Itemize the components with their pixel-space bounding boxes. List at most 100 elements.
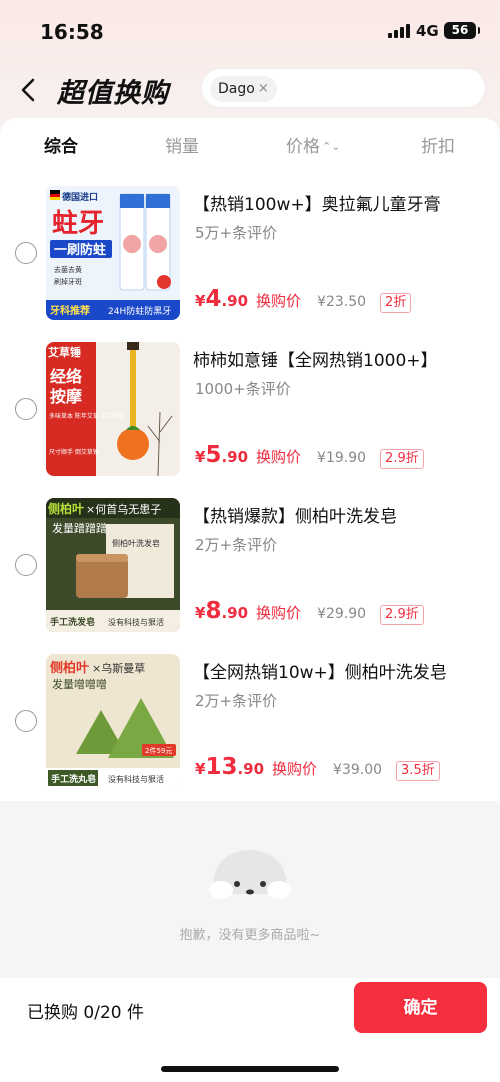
product-image[interactable]: 德国进口 蛀牙 一刷防蛀 去菌去黄 刷掉牙斑 牙科推荐 24H防蛀防黑牙 — [46, 186, 180, 320]
original-price: ¥23.50 — [317, 294, 367, 310]
price-row: ¥ 4 .90 换购价 ¥23.50 2折 — [195, 286, 412, 314]
currency-symbol: ¥ — [195, 292, 206, 310]
thumb-footer: 尺寸顺手 倒艾草锤 — [49, 448, 99, 456]
close-icon[interactable]: × — [258, 76, 269, 102]
price-row: ¥ 13 .90 换购价 ¥39.00 3.5折 — [195, 754, 440, 782]
original-price: ¥39.00 — [333, 762, 383, 778]
thumb-footer-1: 手工洗发皂 — [50, 616, 95, 628]
price-label: 换购价 — [256, 604, 302, 622]
thumb-tag-2: 刷掉牙斑 — [54, 277, 82, 286]
item-title[interactable]: 【热销爆款】侧柏叶洗发皂 — [193, 502, 493, 527]
bottom-bar: 已换购 0/20 件 确定 — [0, 978, 500, 1082]
thumb-footer-2: 没有科技与狠活 — [108, 774, 164, 784]
select-radio[interactable] — [15, 398, 37, 420]
item-title[interactable]: 【热销100w+】奥拉氟儿童牙膏 — [193, 190, 493, 215]
thumb-badge: 2件59元 — [145, 746, 172, 755]
select-radio[interactable] — [15, 710, 37, 732]
thumb-big-text-1: 经络 — [50, 367, 82, 386]
herbal-soap-image: 侧柏叶 ×乌斯曼草 发量噌噌噌 2件59元 手工洗丸皂 没有科技与狠活 — [46, 654, 180, 788]
tab-price[interactable]: 价格 ⌃⌄ — [286, 132, 340, 157]
product-image[interactable]: 侧柏叶 ×何首乌无患子 发量蹭蹭蹭 侧柏叶洗发皂 手工洗发皂 没有科技与狠活 — [46, 498, 180, 632]
chevron-left-icon — [21, 78, 35, 102]
price-integer: 5 — [205, 442, 222, 468]
item-reviews: 2万+条评价 — [195, 536, 278, 554]
page-title: 超值换购 — [57, 78, 169, 109]
item-reviews: 2万+条评价 — [195, 692, 278, 710]
currency-symbol: ¥ — [195, 604, 206, 622]
sort-tabs: 综合 销量 价格 ⌃⌄ 折扣 — [0, 132, 500, 162]
original-price: ¥19.90 — [317, 450, 367, 466]
back-button[interactable] — [16, 72, 44, 108]
price-decimal: .90 — [237, 760, 265, 778]
thumb-tag-1: 去菌去黄 — [54, 265, 82, 274]
search-tag-chip[interactable]: Dago × — [210, 76, 277, 102]
select-radio[interactable] — [15, 242, 37, 264]
price-integer: 13 — [205, 754, 238, 780]
sort-arrows-icon: ⌃⌄ — [322, 140, 341, 153]
list-item[interactable]: 侧柏叶 ×乌斯曼草 发量噌噌噌 2件59元 手工洗丸皂 没有科技与狠活 【全网热… — [0, 654, 500, 794]
price-row: ¥ 5 .90 换购价 ¥19.90 2.9折 — [195, 442, 424, 470]
thumb-head: 艾草锤 — [48, 345, 81, 359]
currency-symbol: ¥ — [195, 448, 206, 466]
product-image[interactable]: 侧柏叶 ×乌斯曼草 发量噌噌噌 2件59元 手工洗丸皂 没有科技与狠活 — [46, 654, 180, 788]
thumb-head-2: ×何首乌无患子 — [86, 502, 161, 516]
item-title[interactable]: 【全网热销10w+】侧柏叶洗发皂 — [193, 658, 493, 683]
item-title[interactable]: 柿柿如意锤【全网热销1000+】 — [193, 346, 493, 371]
price-integer: 8 — [205, 598, 222, 624]
item-reviews: 1000+条评价 — [195, 380, 291, 398]
thumb-footer-1: 牙科推荐 — [50, 304, 90, 317]
discount-badge: 3.5折 — [396, 761, 440, 781]
price-label: 换购价 — [256, 292, 302, 310]
thumb-footer-2: 24H防蛀防黑牙 — [108, 305, 171, 317]
thumb-big-text-2: 按摩 — [50, 387, 82, 406]
product-list-panel: 综合 销量 价格 ⌃⌄ 折扣 德国进口 蛀牙 一刷防蛀 去菌去黄 刷掉牙斑 牙科… — [0, 118, 500, 801]
thumb-line: 发量噌噌噌 — [52, 677, 107, 691]
tab-comprehensive[interactable]: 综合 — [44, 132, 78, 157]
list-item[interactable]: 艾草锤 经络 按摩 多味草本 陈年艾草 手工制作 尺寸顺手 倒艾草锤 柿柿如意锤… — [0, 342, 500, 482]
thumb-head-1: 侧柏叶 — [48, 501, 84, 516]
list-item[interactable]: 德国进口 蛀牙 一刷防蛀 去菌去黄 刷掉牙斑 牙科推荐 24H防蛀防黑牙 【热销… — [0, 186, 500, 326]
status-time: 16:58 — [40, 20, 104, 44]
price-decimal: .90 — [221, 448, 249, 466]
network-type: 4G — [416, 22, 439, 40]
thumb-box-text: 侧柏叶洗发皂 — [112, 538, 160, 548]
empty-state-text: 抱歉，没有更多商品啦~ — [179, 928, 321, 943]
price-label: 换购价 — [272, 760, 318, 778]
battery-icon: 56 — [444, 22, 480, 39]
thumb-footer-1: 手工洗丸皂 — [51, 773, 96, 785]
exchange-count: 已换购 0/20 件 — [27, 1003, 144, 1023]
soap-image: 侧柏叶 ×何首乌无患子 发量蹭蹭蹭 侧柏叶洗发皂 手工洗发皂 没有科技与狠活 — [46, 498, 180, 632]
status-bar: 16:58 4G 56 — [0, 0, 500, 62]
empty-mascot-icon — [209, 850, 291, 899]
item-reviews: 5万+条评价 — [195, 224, 278, 242]
price-decimal: .90 — [221, 604, 249, 622]
thumb-lines: 多味草本 陈年艾草 手工制作 — [49, 412, 125, 420]
list-item[interactable]: 侧柏叶 ×何首乌无患子 发量蹭蹭蹭 侧柏叶洗发皂 手工洗发皂 没有科技与狠活 【… — [0, 498, 500, 638]
discount-badge: 2.9折 — [380, 449, 424, 469]
product-image[interactable]: 艾草锤 经络 按摩 多味草本 陈年艾草 手工制作 尺寸顺手 倒艾草锤 — [46, 342, 180, 476]
massage-hammer-image: 艾草锤 经络 按摩 多味草本 陈年艾草 手工制作 尺寸顺手 倒艾草锤 — [46, 342, 180, 476]
search-box[interactable]: Dago × — [201, 68, 486, 108]
currency-symbol: ¥ — [195, 760, 206, 778]
toothpaste-image: 德国进口 蛀牙 一刷防蛀 去菌去黄 刷掉牙斑 牙科推荐 24H防蛀防黑牙 — [46, 186, 180, 320]
tab-discount[interactable]: 折扣 — [421, 132, 455, 157]
price-integer: 4 — [205, 286, 222, 312]
content-area: 综合 销量 价格 ⌃⌄ 折扣 德国进口 蛀牙 一刷防蛀 去菌去黄 刷掉牙斑 牙科… — [0, 118, 500, 978]
discount-badge: 2折 — [380, 293, 412, 313]
home-indicator[interactable] — [161, 1066, 339, 1072]
thumb-big-text-1: 蛀牙 — [52, 209, 104, 239]
thumb-big-text-2: 一刷防蛀 — [54, 242, 106, 258]
price-label: 换购价 — [256, 448, 302, 466]
original-price: ¥29.90 — [317, 606, 367, 622]
header: 超值换购 Dago × — [0, 62, 500, 118]
price-row: ¥ 8 .90 换购价 ¥29.90 2.9折 — [195, 598, 424, 626]
price-decimal: .90 — [221, 292, 249, 310]
thumb-footer-2: 没有科技与狠活 — [108, 617, 164, 627]
tab-sales[interactable]: 销量 — [165, 132, 199, 157]
empty-state: 抱歉，没有更多商品啦~ — [0, 844, 500, 944]
thumb-line: 发量蹭蹭蹭 — [52, 521, 107, 535]
thumb-flag-text: 德国进口 — [62, 191, 98, 203]
select-radio[interactable] — [15, 554, 37, 576]
discount-badge: 2.9折 — [380, 605, 424, 625]
confirm-button[interactable]: 确定 — [354, 982, 487, 1033]
